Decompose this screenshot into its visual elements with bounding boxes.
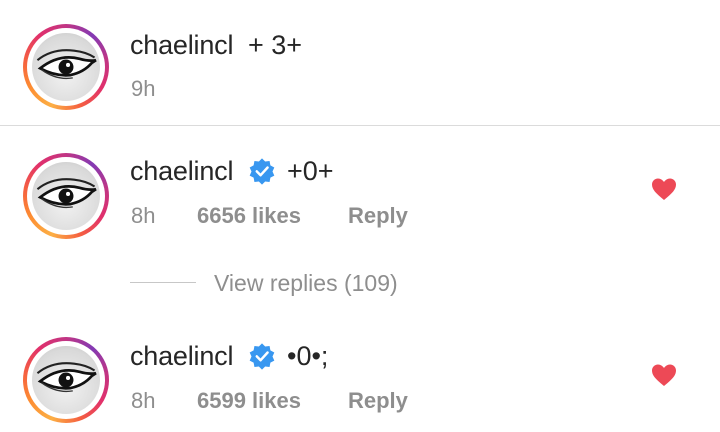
comment-username[interactable]: chaelincl bbox=[130, 341, 233, 372]
comment-username[interactable]: chaelincl bbox=[130, 30, 233, 61]
verified-badge-icon bbox=[249, 343, 275, 370]
comment-time: 9h bbox=[131, 76, 156, 101]
eye-avatar-icon bbox=[36, 362, 97, 393]
comment-text: +0+ bbox=[287, 156, 334, 186]
comment-time: 8h bbox=[131, 388, 156, 413]
comment-text: + 3+ bbox=[248, 30, 303, 60]
comment-likes[interactable]: 6656 likes bbox=[197, 203, 301, 229]
eye-avatar-icon bbox=[36, 178, 97, 209]
heart-icon[interactable] bbox=[651, 177, 677, 201]
caption-divider bbox=[0, 125, 720, 126]
comment-text: •0•; bbox=[287, 341, 329, 371]
avatar[interactable] bbox=[23, 24, 109, 110]
avatar[interactable] bbox=[23, 337, 109, 423]
view-replies-button[interactable]: View replies (109) bbox=[214, 270, 398, 297]
comment-likes[interactable]: 6599 likes bbox=[197, 388, 301, 414]
heart-icon[interactable] bbox=[651, 363, 677, 387]
reply-button[interactable]: Reply bbox=[348, 388, 408, 414]
reply-button[interactable]: Reply bbox=[348, 203, 408, 229]
view-replies-line bbox=[130, 282, 196, 283]
eye-avatar-icon bbox=[36, 49, 97, 80]
avatar[interactable] bbox=[23, 153, 109, 239]
comment-username[interactable]: chaelincl bbox=[130, 156, 233, 187]
verified-badge-icon bbox=[249, 158, 275, 185]
comment-time: 8h bbox=[131, 203, 156, 228]
